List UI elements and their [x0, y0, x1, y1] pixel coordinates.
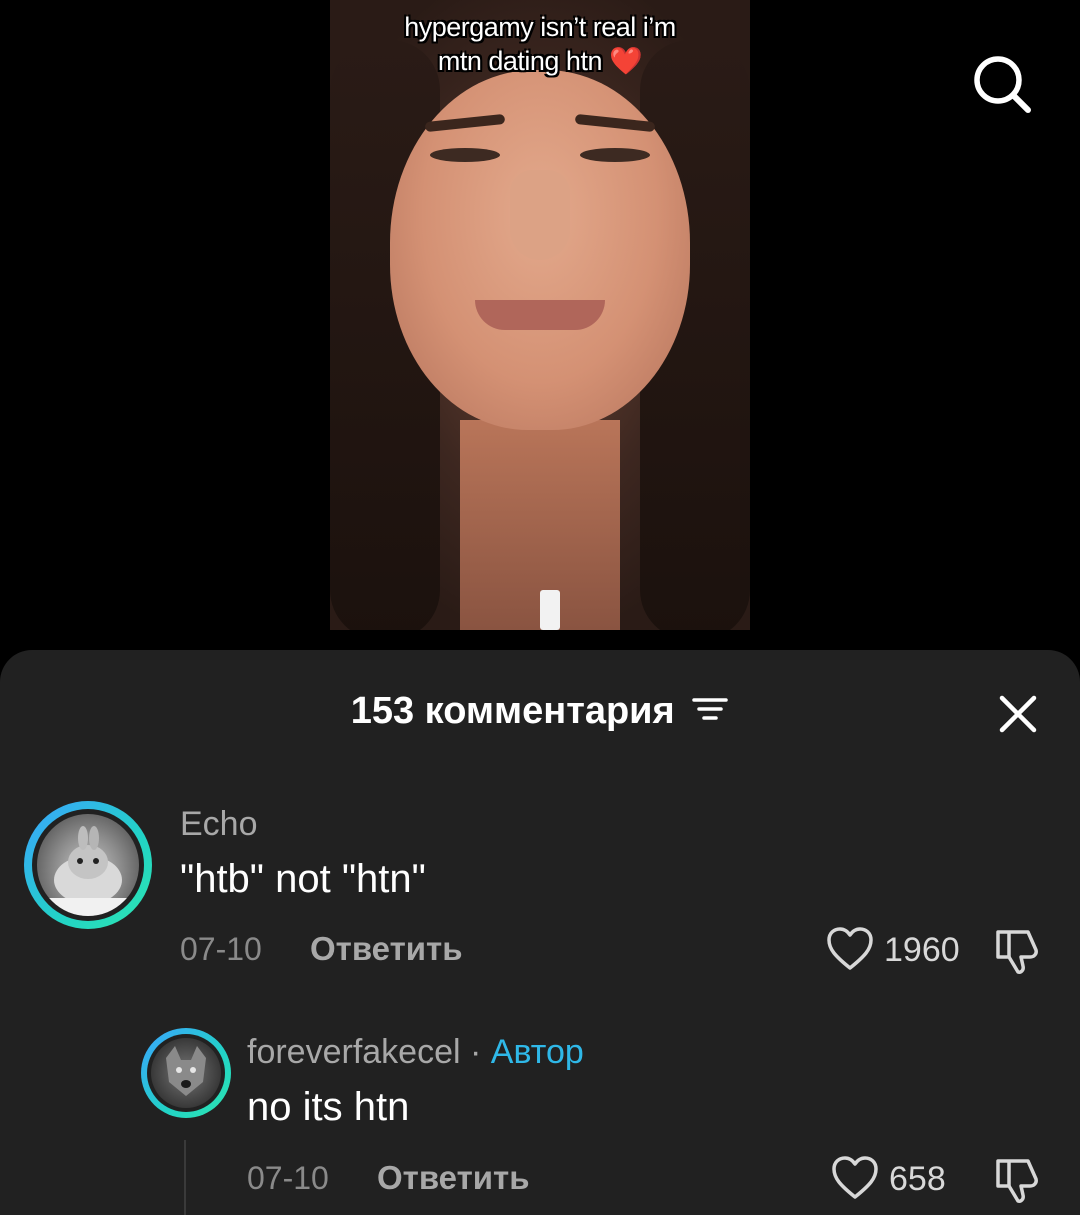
like-button[interactable] [830, 1153, 880, 1203]
reply-button[interactable]: Ответить [377, 1159, 530, 1197]
heart-outline-icon [827, 927, 873, 970]
video-player[interactable]: hypergamy isn’t real i’m mtn dating htn … [330, 0, 750, 630]
sort-button[interactable] [691, 691, 729, 734]
close-button[interactable] [992, 688, 1044, 740]
thumbs-down-icon [996, 1159, 1038, 1203]
comment-username[interactable]: foreverfakecel [247, 1033, 461, 1071]
like-count: 658 [889, 1160, 946, 1198]
rabbit-icon [37, 826, 139, 916]
comments-header: 153 комментария [0, 690, 1080, 734]
thumbs-down-icon [996, 930, 1038, 974]
reply-username-row: foreverfakecel · Автор [247, 1033, 584, 1072]
comments-count-title: 153 комментария [350, 690, 675, 732]
video-frame-part [475, 300, 605, 330]
video-caption: hypergamy isn’t real i’m mtn dating htn … [330, 10, 750, 78]
comment-username[interactable]: Echo [180, 805, 258, 844]
reply-button[interactable]: Ответить [310, 930, 463, 968]
video-caption-line: hypergamy isn’t real i’m [404, 12, 676, 42]
name-separator: · [460, 1033, 491, 1071]
dislike-button[interactable] [992, 924, 1044, 976]
close-icon [999, 695, 1037, 733]
search-icon [974, 56, 1031, 113]
avatar[interactable] [141, 1028, 231, 1118]
thread-line [184, 1140, 186, 1215]
video-caption-text: mtn dating htn [437, 46, 603, 76]
video-frame-part [540, 590, 560, 630]
video-frame-part [430, 148, 500, 162]
avatar-image [37, 814, 139, 916]
comment-date: 07-10 [247, 1160, 329, 1196]
search-button[interactable] [970, 52, 1034, 116]
comment-text: no its htn [247, 1085, 410, 1129]
dislike-button[interactable] [992, 1153, 1044, 1205]
avatar[interactable] [24, 801, 152, 929]
video-frame-part [580, 148, 650, 162]
comment-text: "htb" not "htn" [180, 857, 426, 901]
screen: hypergamy isn’t real i’m mtn dating htn … [0, 0, 1080, 1215]
comment-date: 07-10 [180, 931, 262, 967]
heart-emoji-icon: ❤️ [609, 46, 643, 76]
avatar-image [151, 1038, 221, 1108]
video-caption-line: mtn dating htn ❤️ [330, 44, 750, 78]
like-count: 1960 [884, 931, 960, 969]
video-frame-part [510, 170, 570, 260]
like-button[interactable] [825, 924, 875, 974]
wolf-icon [166, 1046, 206, 1096]
author-badge: Автор [490, 1033, 584, 1071]
heart-outline-icon [832, 1156, 878, 1199]
sort-lines-icon [692, 698, 729, 721]
